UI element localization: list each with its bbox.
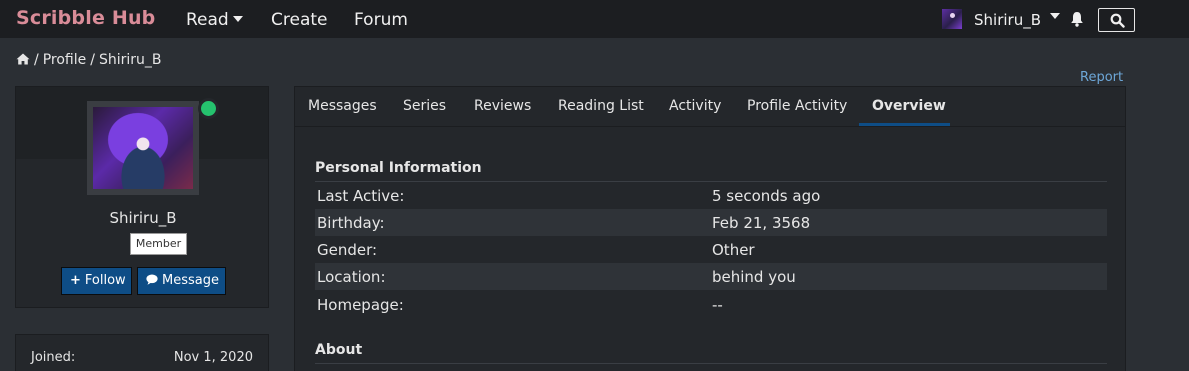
plus-icon: + bbox=[70, 273, 81, 288]
info-value: 5 seconds ago bbox=[712, 187, 821, 205]
top-navbar: Scribble Hub Read Create Forum Shiriru_B bbox=[0, 0, 1189, 38]
comment-icon bbox=[146, 274, 158, 285]
tab-messages[interactable]: Messages bbox=[308, 98, 377, 114]
tab-profile-activity[interactable]: Profile Activity bbox=[747, 98, 847, 114]
breadcrumb: / Profile / Shiriru_B bbox=[16, 52, 162, 68]
profile-tabs: Messages Series Reviews Reading List Act… bbox=[295, 87, 1125, 127]
info-value: -- bbox=[712, 296, 723, 314]
info-row-gender: Gender: Other bbox=[315, 236, 1107, 263]
breadcrumb-separator: / bbox=[90, 52, 95, 68]
profile-avatar-image bbox=[93, 107, 193, 189]
chevron-down-icon bbox=[1050, 13, 1060, 19]
search-button[interactable] bbox=[1098, 8, 1135, 32]
info-key: Homepage: bbox=[317, 296, 404, 314]
profile-avatar bbox=[87, 101, 199, 195]
info-row-last-active: Last Active: 5 seconds ago bbox=[315, 182, 1107, 209]
about-heading: About bbox=[315, 342, 363, 358]
info-value: Feb 21, 3568 bbox=[712, 214, 811, 232]
tab-series[interactable]: Series bbox=[403, 98, 446, 114]
info-key: Last Active: bbox=[317, 187, 405, 205]
info-key: Location: bbox=[317, 268, 386, 286]
personal-info-heading: Personal Information bbox=[315, 160, 482, 176]
nav-read-menu[interactable]: Read bbox=[186, 10, 243, 30]
nav-forum-link[interactable]: Forum bbox=[354, 10, 408, 30]
profile-username: Shiriru_B bbox=[109, 209, 177, 227]
tab-overview[interactable]: Overview bbox=[872, 98, 946, 114]
online-status-indicator bbox=[198, 98, 219, 119]
tab-reviews[interactable]: Reviews bbox=[474, 98, 531, 114]
active-tab-indicator bbox=[859, 123, 950, 126]
tab-activity[interactable]: Activity bbox=[669, 98, 721, 114]
info-key: Birthday: bbox=[317, 214, 385, 232]
breadcrumb-user-link[interactable]: Shiriru_B bbox=[99, 52, 162, 68]
nav-create-link[interactable]: Create bbox=[271, 10, 328, 30]
info-row-location: Location: behind you bbox=[315, 263, 1107, 290]
role-badge: Member bbox=[130, 233, 187, 255]
nav-read-label: Read bbox=[186, 10, 229, 30]
chevron-down-icon bbox=[232, 16, 243, 22]
message-label: Message bbox=[162, 273, 219, 288]
profile-content-panel: Messages Series Reviews Reading List Act… bbox=[294, 86, 1126, 371]
joined-label: Joined: bbox=[31, 350, 76, 365]
home-icon[interactable] bbox=[16, 53, 30, 65]
message-button[interactable]: Message bbox=[137, 267, 226, 295]
joined-date: Nov 1, 2020 bbox=[173, 350, 253, 365]
info-key: Gender: bbox=[317, 241, 378, 259]
info-row-birthday: Birthday: Feb 21, 3568 bbox=[315, 209, 1107, 236]
report-link[interactable]: Report bbox=[1080, 70, 1123, 85]
divider bbox=[315, 363, 1107, 364]
user-avatar bbox=[942, 9, 962, 29]
info-row-homepage: Homepage: -- bbox=[315, 291, 1107, 318]
user-name: Shiriru_B bbox=[974, 11, 1041, 29]
profile-card: Shiriru_B Member + Follow Message bbox=[15, 86, 269, 308]
search-icon bbox=[1110, 13, 1125, 28]
info-value: Other bbox=[712, 241, 755, 259]
breadcrumb-separator: / bbox=[34, 52, 39, 68]
breadcrumb-profile-link[interactable]: Profile bbox=[43, 52, 87, 68]
follow-label: Follow bbox=[84, 273, 126, 288]
info-value: behind you bbox=[712, 268, 796, 286]
tab-reading-list[interactable]: Reading List bbox=[558, 98, 644, 114]
follow-button[interactable]: + Follow bbox=[61, 267, 132, 295]
bell-icon[interactable] bbox=[1070, 11, 1084, 27]
site-logo[interactable]: Scribble Hub bbox=[16, 7, 155, 29]
profile-stats-card: Joined: Nov 1, 2020 bbox=[15, 334, 269, 371]
